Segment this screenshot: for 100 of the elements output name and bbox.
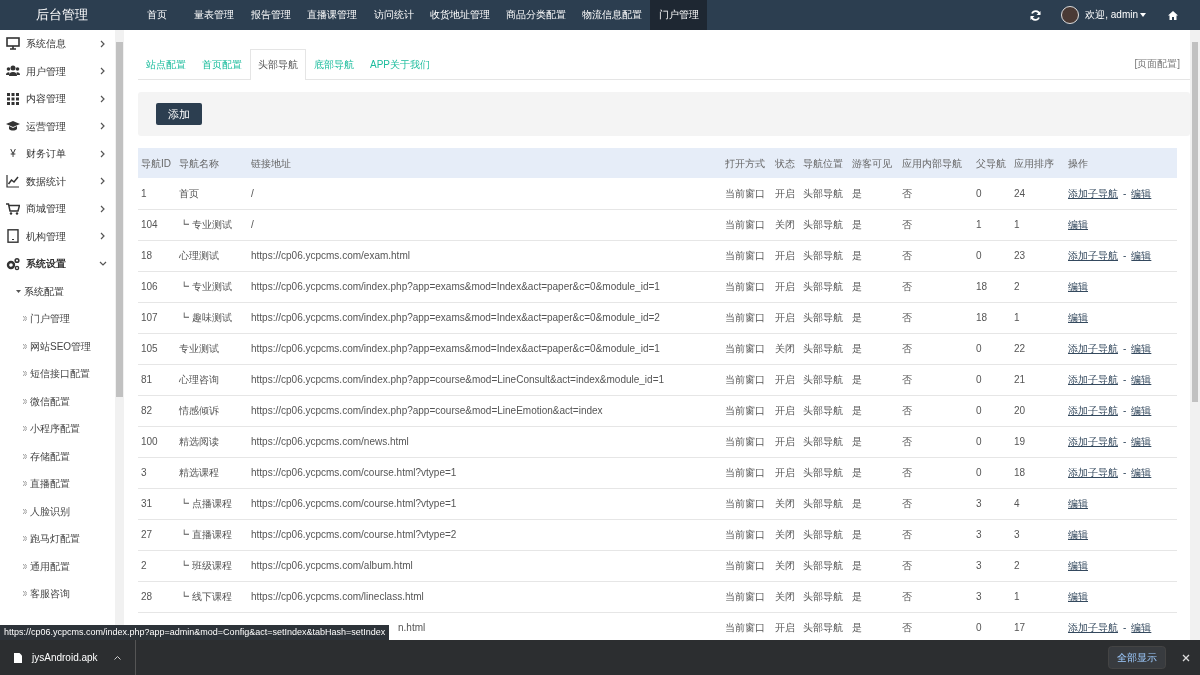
action-link[interactable]: 编辑 — [1131, 622, 1152, 633]
scrollbar[interactable] — [1190, 30, 1200, 640]
nav-tab[interactable]: 量表管理 — [185, 0, 242, 30]
table-cell: 头部导航 — [803, 560, 843, 571]
close-icon[interactable] — [1182, 653, 1190, 662]
sidebar-item[interactable]: 跑马灯配置 — [30, 531, 80, 547]
table-cell: 18 — [1014, 467, 1026, 478]
sidebar-item[interactable]: 财务订单 — [26, 146, 66, 162]
table-cell: 2 — [1014, 560, 1020, 571]
sidebar-item[interactable]: 网站SEO管理 — [30, 338, 92, 354]
caret-icon[interactable] — [1140, 13, 1146, 17]
chevron-down-icon[interactable] — [99, 261, 107, 267]
chevron-right-icon[interactable] — [100, 94, 105, 103]
action-link[interactable]: 编辑 — [1131, 250, 1152, 261]
action-link[interactable]: 编辑 — [1131, 467, 1152, 478]
column-header: 链接地址 — [248, 148, 722, 178]
caret-up-icon[interactable] — [113, 655, 121, 660]
sidebar-item[interactable]: 机构管理 — [26, 228, 66, 244]
column-header: 导航位置 — [800, 148, 849, 178]
action-link[interactable]: 编辑 — [1131, 374, 1152, 385]
action-link[interactable]: 编辑 — [1068, 591, 1088, 602]
separator: - — [1123, 467, 1127, 478]
caret-down-icon[interactable] — [16, 289, 21, 293]
chevron-right-icon[interactable] — [100, 67, 105, 76]
action-link[interactable]: 添加子导航 — [1068, 343, 1118, 354]
action-link[interactable]: 添加子导航 — [1068, 374, 1118, 385]
table-cell: 当前窗口 — [725, 187, 765, 199]
chevron-right-icon[interactable] — [100, 122, 105, 131]
action-link[interactable]: 编辑 — [1068, 219, 1088, 230]
nav-tab[interactable]: 收货地址管理 — [422, 0, 498, 30]
double-chevron-icon — [23, 536, 27, 542]
chevron-right-icon[interactable] — [100, 39, 105, 48]
table-cell: 当前窗口 — [725, 250, 765, 261]
action-link[interactable]: 编辑 — [1068, 498, 1088, 509]
sidebar-item[interactable]: 系统信息 — [26, 36, 66, 52]
table-cell: ┗ 直播课程 — [179, 529, 232, 540]
sidebar-item[interactable]: 客服咨询 — [30, 586, 70, 602]
sidebar-item[interactable]: 系统设置 — [26, 256, 66, 272]
nav-tab[interactable]: 商品分类配置 — [498, 0, 574, 30]
sidebar-item[interactable]: 数据统计 — [26, 173, 66, 189]
sidebar-item[interactable]: 商城管理 — [26, 201, 66, 217]
sidebar-item[interactable]: 直播配置 — [30, 476, 70, 492]
action-link[interactable]: 编辑 — [1068, 281, 1088, 292]
table-cell: 专业测试 — [179, 343, 219, 354]
action-link[interactable]: 添加子导航 — [1068, 436, 1118, 447]
table-cell: 是 — [852, 250, 862, 261]
home-icon[interactable] — [1168, 10, 1178, 20]
show-all-button[interactable]: 全部显示 — [1108, 646, 1166, 669]
nav-tab[interactable]: 报告管理 — [242, 0, 299, 30]
table-cell: 否 — [902, 560, 912, 571]
sidebar-item[interactable]: 短信接口配置 — [30, 366, 90, 382]
table-cell: 心理咨询 — [179, 374, 219, 385]
action-link[interactable]: 编辑 — [1068, 529, 1088, 540]
sidebar-item[interactable]: 人脸识别 — [30, 503, 70, 519]
sidebar-item[interactable]: 小程序配置 — [30, 421, 80, 437]
action-link[interactable]: 添加子导航 — [1068, 622, 1118, 633]
refresh-icon[interactable] — [1030, 9, 1042, 21]
sidebar-item[interactable]: 微信配置 — [30, 393, 70, 409]
action-link[interactable]: 添加子导航 — [1068, 405, 1118, 416]
table-cell: 当前窗口 — [725, 219, 765, 230]
table-cell: 当前窗口 — [725, 312, 765, 323]
action-link[interactable]: 添加子导航 — [1068, 467, 1118, 478]
action-link[interactable]: 添加子导航 — [1068, 187, 1118, 199]
column-header: 应用排序 — [1011, 148, 1065, 178]
add-button[interactable]: 添加 — [156, 102, 202, 126]
table-cell: https://cp06.ycpcms.com/index.php?app=exams&mod=Index&act=paper&c=0&module_id=1 — [251, 343, 660, 354]
action-link[interactable]: 编辑 — [1131, 343, 1152, 354]
chevron-right-icon[interactable] — [100, 177, 105, 186]
sidebar-item[interactable]: 系统配置 — [24, 283, 64, 299]
table-cell: 4 — [1014, 498, 1020, 509]
action-link[interactable]: 编辑 — [1068, 560, 1088, 571]
sidebar-item[interactable]: 存储配置 — [30, 448, 70, 464]
nav-tab[interactable]: 门户管理 — [650, 0, 707, 30]
action-link[interactable]: 编辑 — [1131, 436, 1152, 447]
action-link[interactable]: 添加子导航 — [1068, 250, 1118, 261]
chevron-right-icon[interactable] — [100, 204, 105, 213]
action-link[interactable]: 编辑 — [1131, 405, 1152, 416]
chevron-right-icon[interactable] — [100, 149, 105, 158]
table-cell: 头部导航 — [803, 343, 843, 354]
action-link[interactable]: 编辑 — [1131, 187, 1152, 199]
user-menu[interactable]: 欢迎, admin — [1079, 0, 1140, 30]
nav-tab[interactable]: 首页 — [128, 0, 185, 30]
chevron-right-icon[interactable] — [100, 232, 105, 241]
table-cell: 2 — [141, 560, 147, 571]
sidebar-item[interactable]: 用户管理 — [26, 63, 66, 79]
table-cell: 心理测试 — [179, 250, 219, 261]
nav-tab[interactable]: 访问统计 — [365, 0, 422, 30]
sidebar-item[interactable]: 内容管理 — [26, 91, 66, 107]
avatar-circle[interactable] — [1061, 6, 1080, 24]
download-file-name[interactable]: jysAndroid.apk — [32, 650, 98, 665]
table-cell: 100 — [141, 436, 158, 447]
tab[interactable]: 头部导航 — [250, 49, 306, 80]
sidebar-item[interactable]: 运营管理 — [26, 118, 66, 134]
column-header: 状态 — [772, 148, 800, 178]
sidebar-item[interactable]: 门户管理 — [30, 311, 70, 327]
nav-tab[interactable]: 直播课管理 — [299, 0, 365, 30]
action-link[interactable]: 编辑 — [1068, 312, 1088, 323]
sidebar-item[interactable]: 通用配置 — [30, 558, 70, 574]
nav-tab[interactable]: 物流信息配置 — [574, 0, 650, 30]
monitor-icon — [6, 36, 20, 51]
